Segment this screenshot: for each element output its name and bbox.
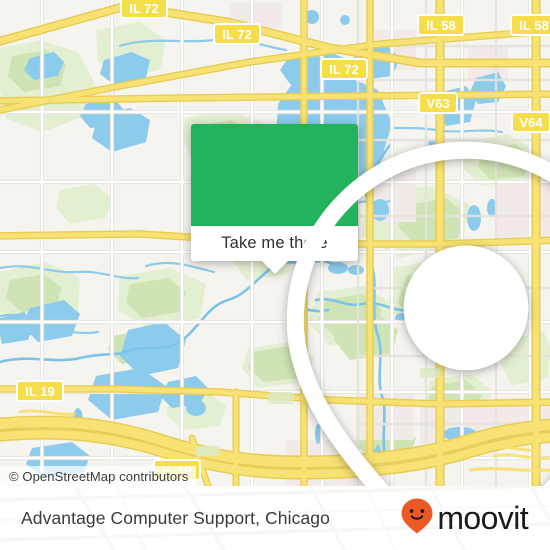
road-shield-label: IL 19 (25, 384, 54, 399)
road-shield: IL 58 (417, 14, 465, 36)
popup-pointer-tail (261, 261, 288, 274)
road-shield-label: V63 (426, 96, 449, 111)
moovit-wordmark: moovit (437, 500, 528, 536)
map-page: IL 72IL 72IL 72IL 58IL 58V63V64IL 19IL 1… (0, 0, 550, 550)
popup-header (191, 124, 550, 486)
road-shield: IL 58 (510, 14, 550, 36)
road-shield-label: IL 58 (519, 18, 548, 33)
road-shield: V63 (418, 92, 458, 114)
map-attribution[interactable]: © OpenStreetMap contributors (0, 466, 197, 486)
moovit-smiley-pin-icon (400, 497, 434, 540)
map-canvas[interactable]: IL 72IL 72IL 72IL 58IL 58V63V64IL 19IL 1… (0, 0, 550, 486)
road-shield-label: IL 72 (222, 27, 251, 42)
footer-bar: Advantage Computer Support, Chicago moov… (0, 486, 550, 550)
road-shield-label: IL 72 (129, 1, 158, 16)
road-shield: IL 72 (120, 0, 168, 19)
road-shield-label: IL 72 (329, 62, 358, 77)
road-shield: IL 19 (16, 380, 64, 402)
moovit-logo[interactable]: moovit (400, 497, 529, 540)
destination-popup-card[interactable]: Take me there (191, 124, 550, 486)
road-shield: IL 72 (320, 58, 368, 80)
place-title: Advantage Computer Support, Chicago (21, 507, 330, 528)
road-shield-label: IL 58 (426, 18, 455, 33)
road-shield: IL 72 (213, 23, 261, 45)
